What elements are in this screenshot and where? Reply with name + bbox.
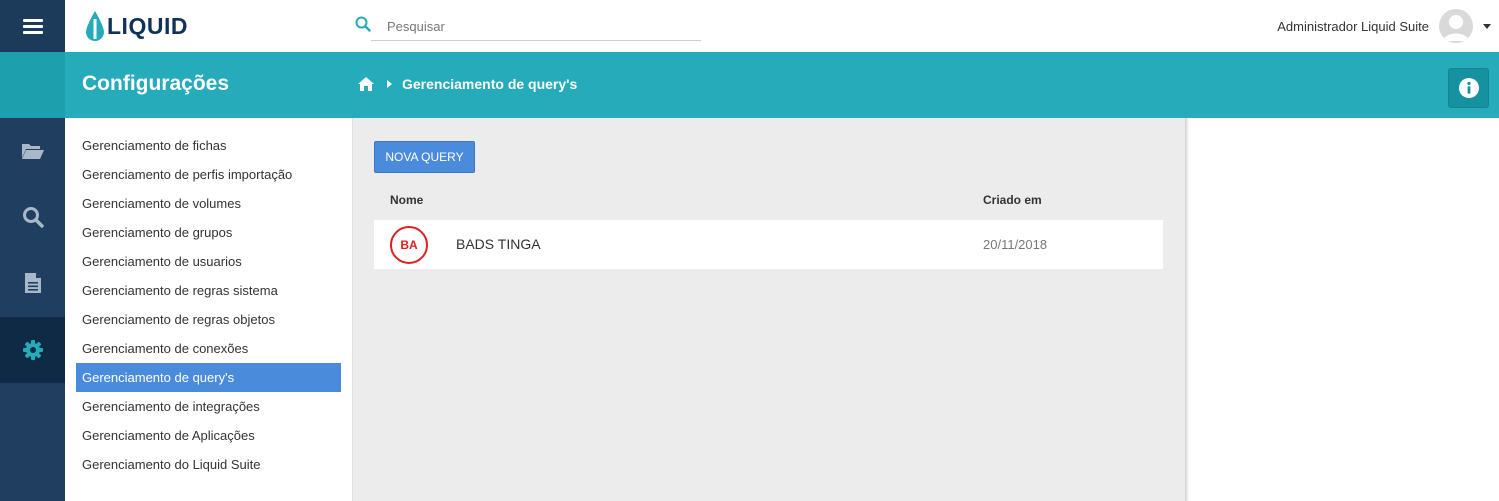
menu-button[interactable]: [0, 0, 65, 52]
query-created-date: 20/11/2018: [983, 237, 1048, 252]
new-query-button[interactable]: NOVA QUERY: [374, 141, 475, 173]
rail-item-documents[interactable]: [0, 250, 65, 316]
settings-menu-item[interactable]: Gerenciamento de regras sistema: [76, 276, 341, 305]
settings-menu-item[interactable]: Gerenciamento de perfis importação: [76, 160, 341, 189]
content-edge-shadow: [1185, 118, 1189, 501]
chevron-down-icon[interactable]: [1483, 23, 1491, 29]
search-input[interactable]: [371, 12, 701, 41]
rail-item-settings[interactable]: [0, 317, 65, 383]
settings-menu-item[interactable]: Gerenciamento de integrações: [76, 392, 341, 421]
chevron-right-icon: [387, 80, 392, 88]
user-avatar-icon: [1443, 15, 1469, 41]
info-icon: [1458, 78, 1479, 98]
gear-icon: [22, 340, 43, 360]
settings-menu-item[interactable]: Gerenciamento do Liquid Suite: [76, 450, 341, 479]
settings-menu-item[interactable]: Gerenciamento de grupos: [76, 218, 341, 247]
document-icon: [24, 273, 41, 293]
user-menu[interactable]: Administrador Liquid Suite: [1277, 7, 1491, 45]
avatar[interactable]: [1439, 9, 1473, 43]
settings-menu-item[interactable]: Gerenciamento de conexões: [76, 334, 341, 363]
column-header-created[interactable]: Criado em: [983, 193, 1042, 207]
settings-menu-item[interactable]: Gerenciamento de usuarios: [76, 247, 341, 276]
settings-menu-item[interactable]: Gerenciamento de query's: [76, 363, 341, 392]
table-row[interactable]: BA BADS TINGA 20/11/2018: [374, 220, 1163, 269]
settings-menu-item[interactable]: Gerenciamento de regras objetos: [76, 305, 341, 334]
liquid-drop-icon: [86, 11, 104, 41]
settings-menu: Gerenciamento de fichas Gerenciamento de …: [65, 118, 353, 501]
breadcrumb-current: Gerenciamento de query's: [402, 76, 578, 92]
column-header-name[interactable]: Nome: [390, 193, 423, 207]
logo[interactable]: LIQUID: [85, 10, 188, 42]
search-icon: [22, 207, 44, 228]
icon-rail: [0, 118, 65, 501]
breadcrumb: Gerenciamento de query's: [357, 76, 577, 92]
settings-menu-item[interactable]: Gerenciamento de volumes: [76, 189, 341, 218]
rail-item-search[interactable]: [0, 184, 65, 250]
rail-item-files[interactable]: [0, 118, 65, 184]
title-bar: Configurações Gerenciamento de query's: [0, 52, 1499, 118]
title-bar-rail: [0, 52, 65, 118]
query-name: BADS TINGA: [456, 236, 541, 252]
search-box: [355, 12, 701, 41]
search-icon[interactable]: [355, 16, 371, 32]
hamburger-icon: [22, 19, 43, 34]
query-badge: BA: [390, 226, 428, 264]
info-button[interactable]: [1448, 68, 1489, 108]
home-icon[interactable]: [357, 76, 375, 92]
logo-text: LIQUID: [107, 12, 188, 39]
top-bar: LIQUID Administrador Liquid Suite: [0, 0, 1499, 52]
settings-menu-item[interactable]: Gerenciamento de Aplicações: [76, 421, 341, 450]
main-content: NOVA QUERY Nome Criado em BA BADS TINGA …: [353, 118, 1185, 501]
folder-open-icon: [21, 144, 44, 159]
user-name: Administrador Liquid Suite: [1277, 18, 1429, 34]
page-title: Configurações: [82, 72, 230, 95]
settings-menu-item[interactable]: Gerenciamento de fichas: [76, 131, 341, 160]
